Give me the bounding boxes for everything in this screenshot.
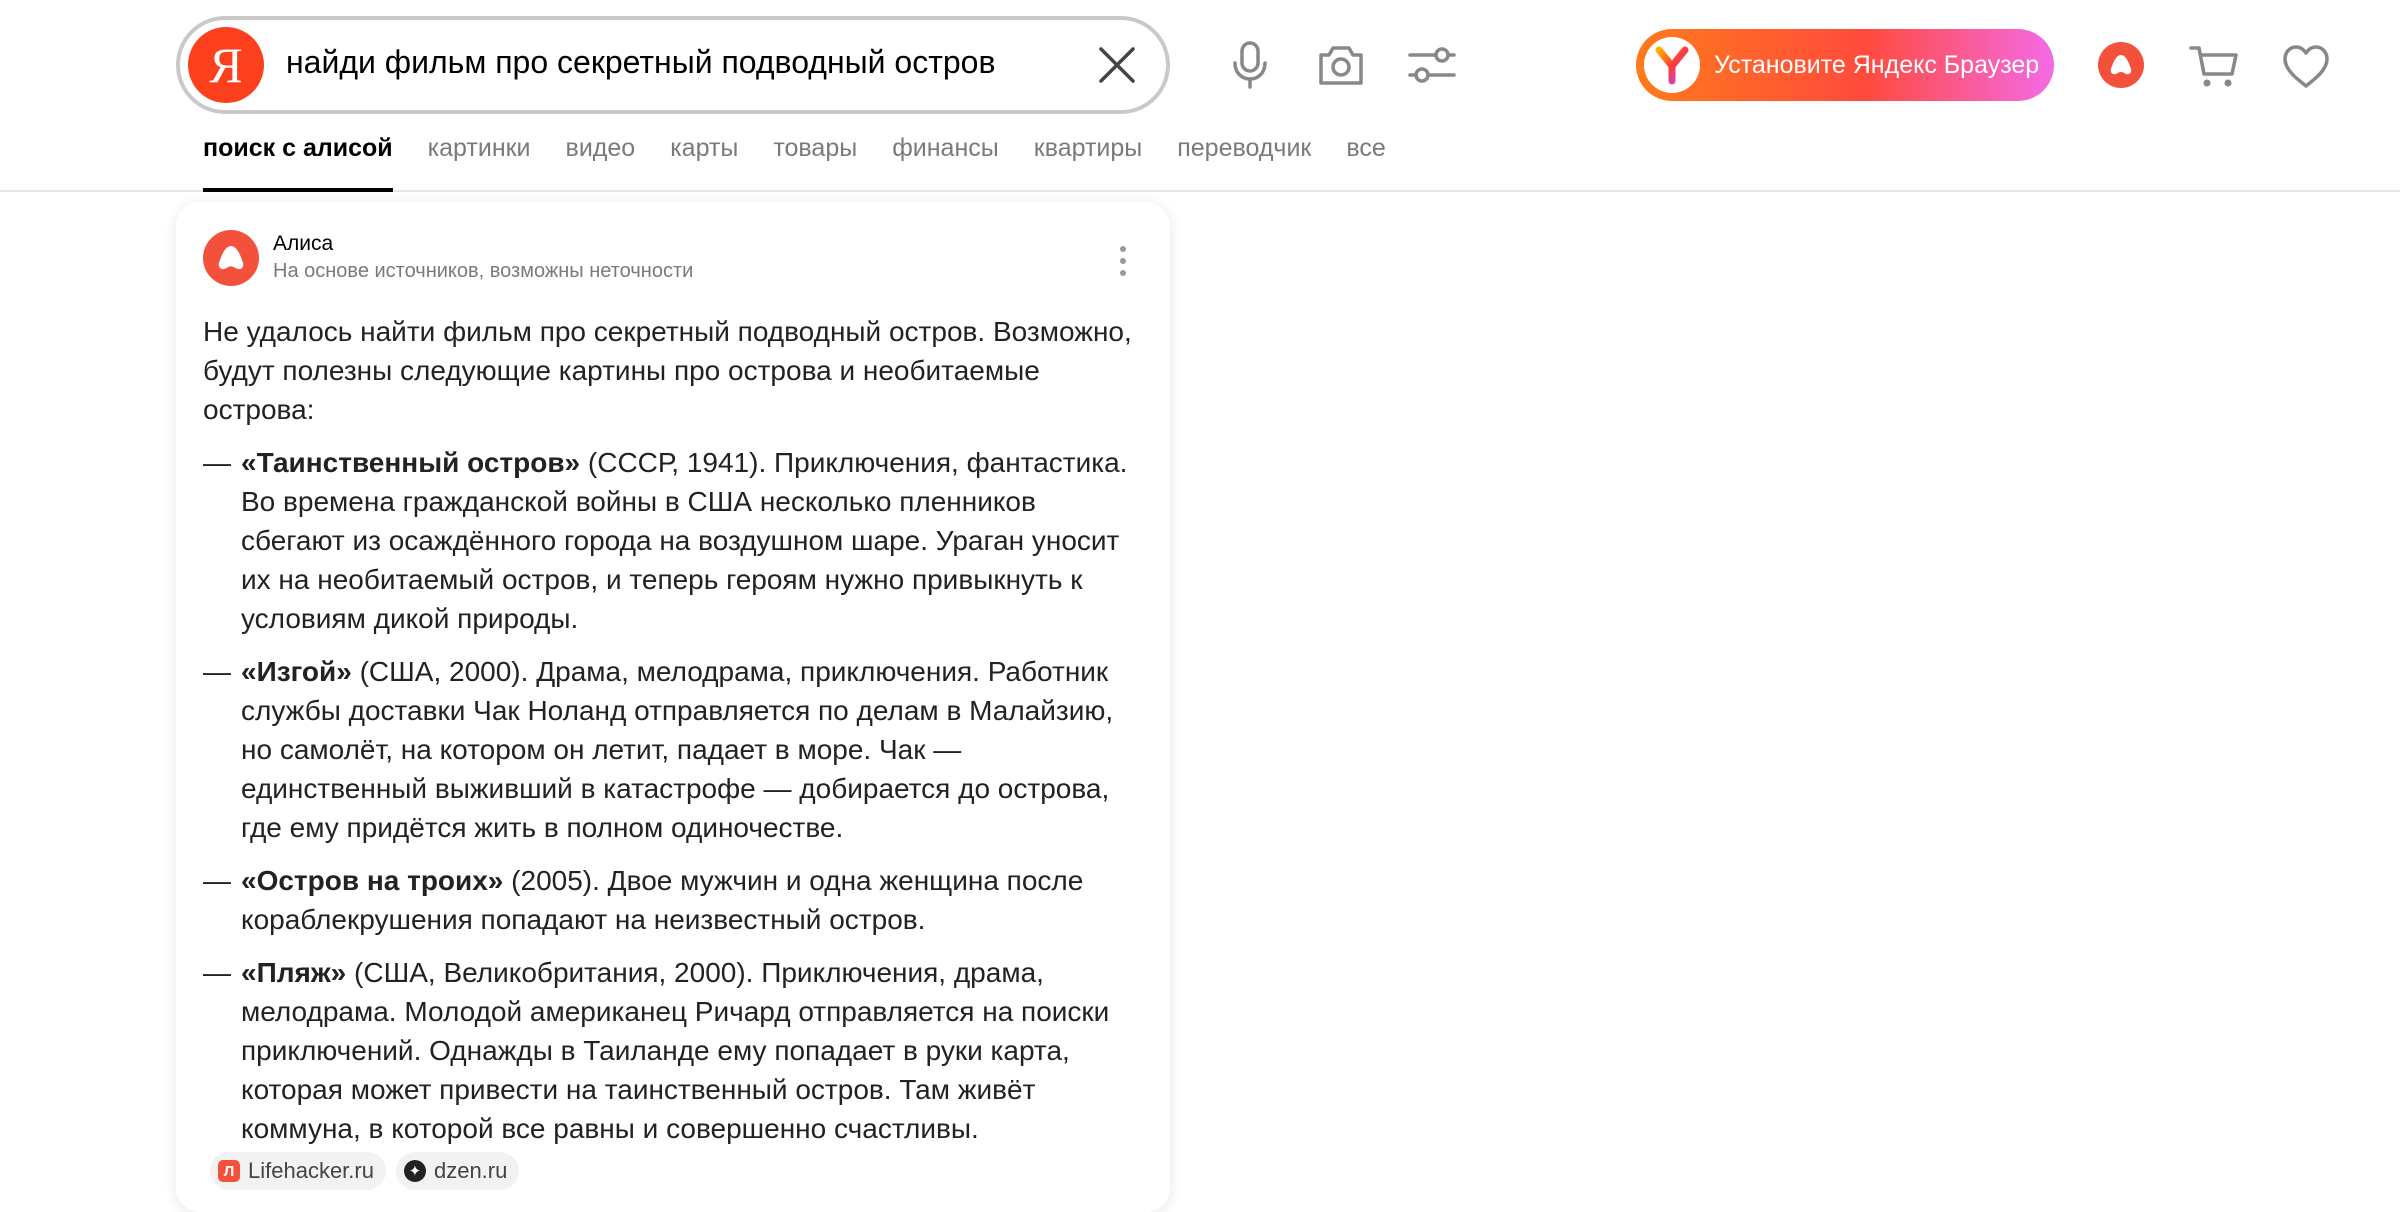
film-description: (США, 2000). Драма, мелодрама, приключен… [241, 656, 1114, 843]
list-dash: — [203, 865, 231, 896]
source-label: Lifehacker.ru [248, 1158, 374, 1183]
list-item: — «Таинственный остров» (СССР, 1941). Пр… [203, 443, 1143, 638]
search-settings-button[interactable] [1404, 37, 1460, 93]
lifehacker-icon: Л [218, 1160, 240, 1182]
clear-search-button[interactable] [1094, 42, 1140, 88]
search-input[interactable]: найди фильм про секретный подводный остр… [286, 44, 995, 81]
sliders-icon [1408, 47, 1456, 83]
camera-icon [1319, 46, 1363, 85]
list-item: — «Остров на троих» (2005). Двое мужчин … [203, 861, 1143, 939]
list-dash: — [203, 957, 231, 988]
source-label: dzen.ru [433, 1158, 508, 1183]
tab-video[interactable]: видео [566, 134, 636, 192]
film-title: «Таинственный остров» [241, 447, 581, 478]
film-title: «Пляж» [241, 957, 347, 988]
alice-answer-card: Алиса На основе источников, возможны нет… [176, 202, 1170, 1212]
answer-disclaimer: На основе источников, возможны неточност… [273, 260, 694, 282]
source-link-lifehacker[interactable]: Л Lifehacker.ru [210, 1152, 386, 1190]
more-vertical-icon [1120, 246, 1126, 276]
answer-body: Не удалось найти фильм про секретный под… [203, 312, 1143, 1162]
yandex-logo-letter: Я [209, 37, 243, 93]
film-title: «Остров на троих» [241, 865, 504, 896]
list-dash: — [203, 447, 231, 478]
list-item: — «Пляж» (США, Великобритания, 2000). Пр… [203, 953, 1143, 1148]
install-browser-button[interactable]: Установите Яндекс Браузер [1636, 29, 2054, 101]
header: Я найди фильм про секретный подводный ос… [0, 0, 2400, 192]
close-icon [1099, 47, 1135, 83]
heart-icon [2283, 45, 2329, 88]
list-dash: — [203, 656, 231, 687]
tab-maps[interactable]: карты [670, 134, 738, 192]
microphone-icon [1233, 41, 1267, 89]
alice-icon [218, 246, 244, 270]
dzen-icon: ✦ [403, 1160, 426, 1182]
answer-sources: Л Lifehacker.ru ✦ dzen.ru [210, 1152, 529, 1190]
more-options-button[interactable] [1116, 244, 1130, 278]
search-box[interactable]: Я найди фильм про секретный подводный ос… [176, 16, 1170, 114]
list-item: — «Изгой» (США, 2000). Драма, мелодрама,… [203, 652, 1143, 847]
tab-finance[interactable]: финансы [892, 134, 999, 192]
install-browser-label: Установите Яндекс Браузер [1714, 50, 2040, 79]
answer-intro: Не удалось найти фильм про секретный под… [203, 316, 1132, 425]
yandex-browser-icon [1644, 37, 1700, 93]
voice-search-button[interactable] [1222, 37, 1278, 93]
tab-apartments[interactable]: квартиры [1034, 134, 1142, 192]
tab-goods[interactable]: товары [773, 134, 857, 192]
tab-translator[interactable]: переводчик [1177, 134, 1311, 192]
source-link-dzen[interactable]: ✦ dzen.ru [395, 1152, 520, 1190]
image-search-button[interactable] [1313, 37, 1369, 93]
favorites-button[interactable] [2278, 38, 2334, 94]
yandex-logo[interactable]: Я [188, 27, 264, 103]
film-description: (США, Великобритания, 2000). Приключения… [241, 957, 1110, 1144]
cart-button[interactable] [2186, 38, 2242, 94]
tab-alice-search[interactable]: поиск с алисой [203, 134, 393, 192]
film-title: «Изгой» [241, 656, 352, 687]
search-tabs: поиск с алисой картинки видео карты това… [203, 134, 1421, 192]
tab-images[interactable]: картинки [428, 134, 531, 192]
alice-button[interactable] [2098, 42, 2144, 88]
alice-icon [2110, 55, 2132, 75]
answer-author: Алиса [273, 232, 334, 255]
tab-all[interactable]: все [1346, 134, 1385, 192]
cart-icon [2189, 46, 2238, 87]
alice-avatar [203, 230, 259, 286]
